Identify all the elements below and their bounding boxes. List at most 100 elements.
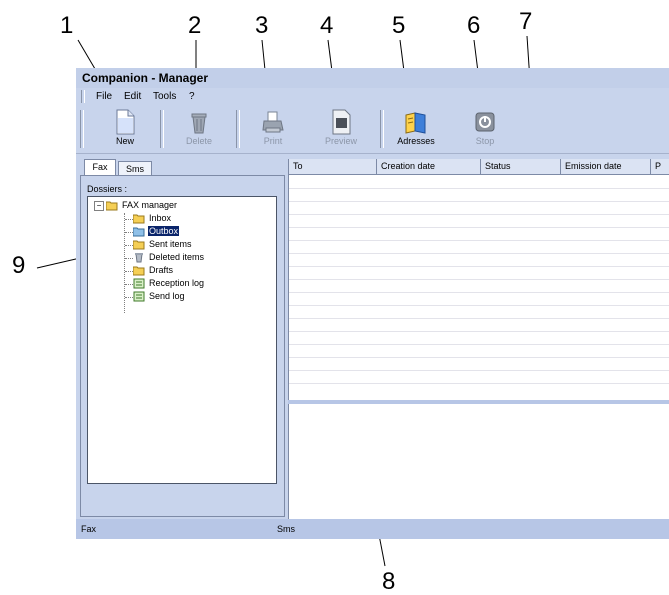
column-header-status[interactable]: Status	[481, 159, 561, 174]
callout-1: 1	[60, 12, 74, 39]
grid-row-line	[289, 279, 669, 280]
tree-item-outbox[interactable]: Outbox	[133, 225, 180, 238]
toolbar-separator	[380, 110, 384, 148]
tree-item-label: Sent items	[149, 239, 192, 250]
adresses-button-label: Adresses	[397, 136, 435, 146]
grid-row-line	[289, 331, 669, 332]
tree-item-inbox[interactable]: Inbox	[133, 212, 172, 225]
callout-7: 7	[519, 8, 533, 35]
preview-pane[interactable]	[288, 404, 669, 519]
grid-row-line	[289, 266, 669, 267]
adresses-button[interactable]: Adresses	[388, 109, 444, 151]
tree-item-deleted[interactable]: Deleted items	[133, 251, 205, 264]
status-fax: Fax	[81, 524, 97, 534]
callout-9: 9	[12, 252, 26, 279]
grid-row-line	[289, 214, 669, 215]
folder-icon	[106, 201, 118, 211]
sent-folder-icon	[133, 240, 145, 250]
tree-item-label: Reception log	[149, 278, 205, 289]
deleted-items-icon	[135, 253, 143, 263]
tree-item-label: Send log	[149, 291, 185, 302]
tree-item-label: Drafts	[149, 265, 174, 276]
tree-connector	[125, 258, 133, 259]
callout-3: 3	[255, 12, 269, 39]
menu-edit[interactable]: Edit	[124, 91, 141, 102]
tree-connector	[125, 219, 133, 220]
stop-button[interactable]: Stop	[457, 109, 513, 151]
menu-help[interactable]: ?	[189, 91, 195, 102]
tree-connector	[125, 284, 133, 285]
new-button[interactable]: New	[97, 109, 153, 151]
column-header-to[interactable]: To	[289, 159, 377, 174]
callout-8: 8	[382, 568, 396, 595]
preview-icon	[332, 109, 351, 135]
message-list-header: To Creation date Status Emission date P	[289, 159, 669, 175]
callout-6: 6	[467, 12, 481, 39]
tree-item-drafts[interactable]: Drafts	[133, 264, 174, 277]
column-header-emission-date[interactable]: Emission date	[561, 159, 651, 174]
grid-row-line	[289, 318, 669, 319]
grid-row-line	[289, 370, 669, 371]
grid-row-line	[289, 227, 669, 228]
tree-item-label-selected: Outbox	[148, 226, 180, 237]
tree-connector	[125, 232, 133, 233]
print-button[interactable]: Print	[245, 109, 301, 151]
app-window: Companion - Manager File Edit Tools ? Ne…	[76, 68, 669, 539]
window-title: Companion - Manager	[82, 71, 209, 85]
tree-item-label: FAX manager	[122, 200, 178, 211]
grid-row-line	[289, 344, 669, 345]
grid-row-line	[289, 240, 669, 241]
menu-grip	[81, 90, 85, 103]
callout-4: 4	[320, 12, 334, 39]
tree-connector	[125, 245, 133, 246]
toolbar: New Delete Print Preview Adresses Stop	[76, 105, 669, 154]
toolbar-separator	[160, 110, 164, 148]
column-header-creation-date[interactable]: Creation date	[377, 159, 481, 174]
print-button-label: Print	[263, 136, 283, 146]
log-icon	[133, 278, 145, 289]
toolbar-grip	[80, 110, 84, 148]
tab-body: Dossiers : − FAX manager Inbox Outbox Se…	[80, 175, 285, 517]
log-icon	[133, 291, 145, 302]
stop-button-label: Stop	[475, 136, 495, 146]
tree-item-reception-log[interactable]: Reception log	[133, 277, 205, 290]
callout-2: 2	[188, 12, 202, 39]
tree-item-label: Deleted items	[149, 252, 205, 263]
grid-row-line	[289, 253, 669, 254]
callout-5: 5	[392, 12, 406, 39]
status-sms: Sms	[277, 524, 295, 534]
trash-icon	[191, 113, 207, 134]
toolbar-separator	[236, 110, 240, 148]
folder-tree: − FAX manager Inbox Outbox Sent items De…	[87, 196, 277, 484]
delete-button-label: Delete	[185, 136, 212, 146]
menu-file[interactable]: File	[96, 91, 112, 102]
menu-tools[interactable]: Tools	[153, 91, 176, 102]
tree-item-label: Inbox	[149, 213, 172, 224]
column-header-extra[interactable]: P	[651, 159, 669, 174]
preview-button-label: Preview	[324, 136, 357, 146]
tree-item-root[interactable]: FAX manager	[106, 199, 178, 212]
address-book-icon	[405, 112, 426, 134]
title-bar: Companion - Manager	[76, 68, 669, 88]
grid-row-line	[289, 188, 669, 189]
preview-button[interactable]: Preview	[313, 109, 369, 151]
stop-icon	[475, 112, 495, 132]
collapse-icon[interactable]: −	[94, 201, 104, 211]
message-list[interactable]: To Creation date Status Emission date P	[288, 159, 669, 400]
drafts-folder-icon	[133, 266, 145, 276]
grid-row-line	[289, 292, 669, 293]
new-document-icon	[116, 109, 135, 135]
folder-panel: Fax Sms Dossiers : − FAX manager Inbox O…	[80, 159, 285, 519]
tree-item-sent[interactable]: Sent items	[133, 238, 193, 251]
grid-row-line	[289, 305, 669, 306]
inbox-folder-icon	[133, 214, 145, 224]
grid-row-line	[289, 357, 669, 358]
delete-button[interactable]: Delete	[171, 109, 227, 151]
tree-connector	[125, 271, 133, 272]
new-button-label: New	[115, 136, 134, 146]
tree-item-send-log[interactable]: Send log	[133, 290, 186, 303]
dossiers-label: Dossiers :	[87, 184, 128, 194]
status-bar: Fax Sms	[76, 519, 669, 539]
grid-row-line	[289, 201, 669, 202]
printer-icon	[262, 111, 284, 133]
